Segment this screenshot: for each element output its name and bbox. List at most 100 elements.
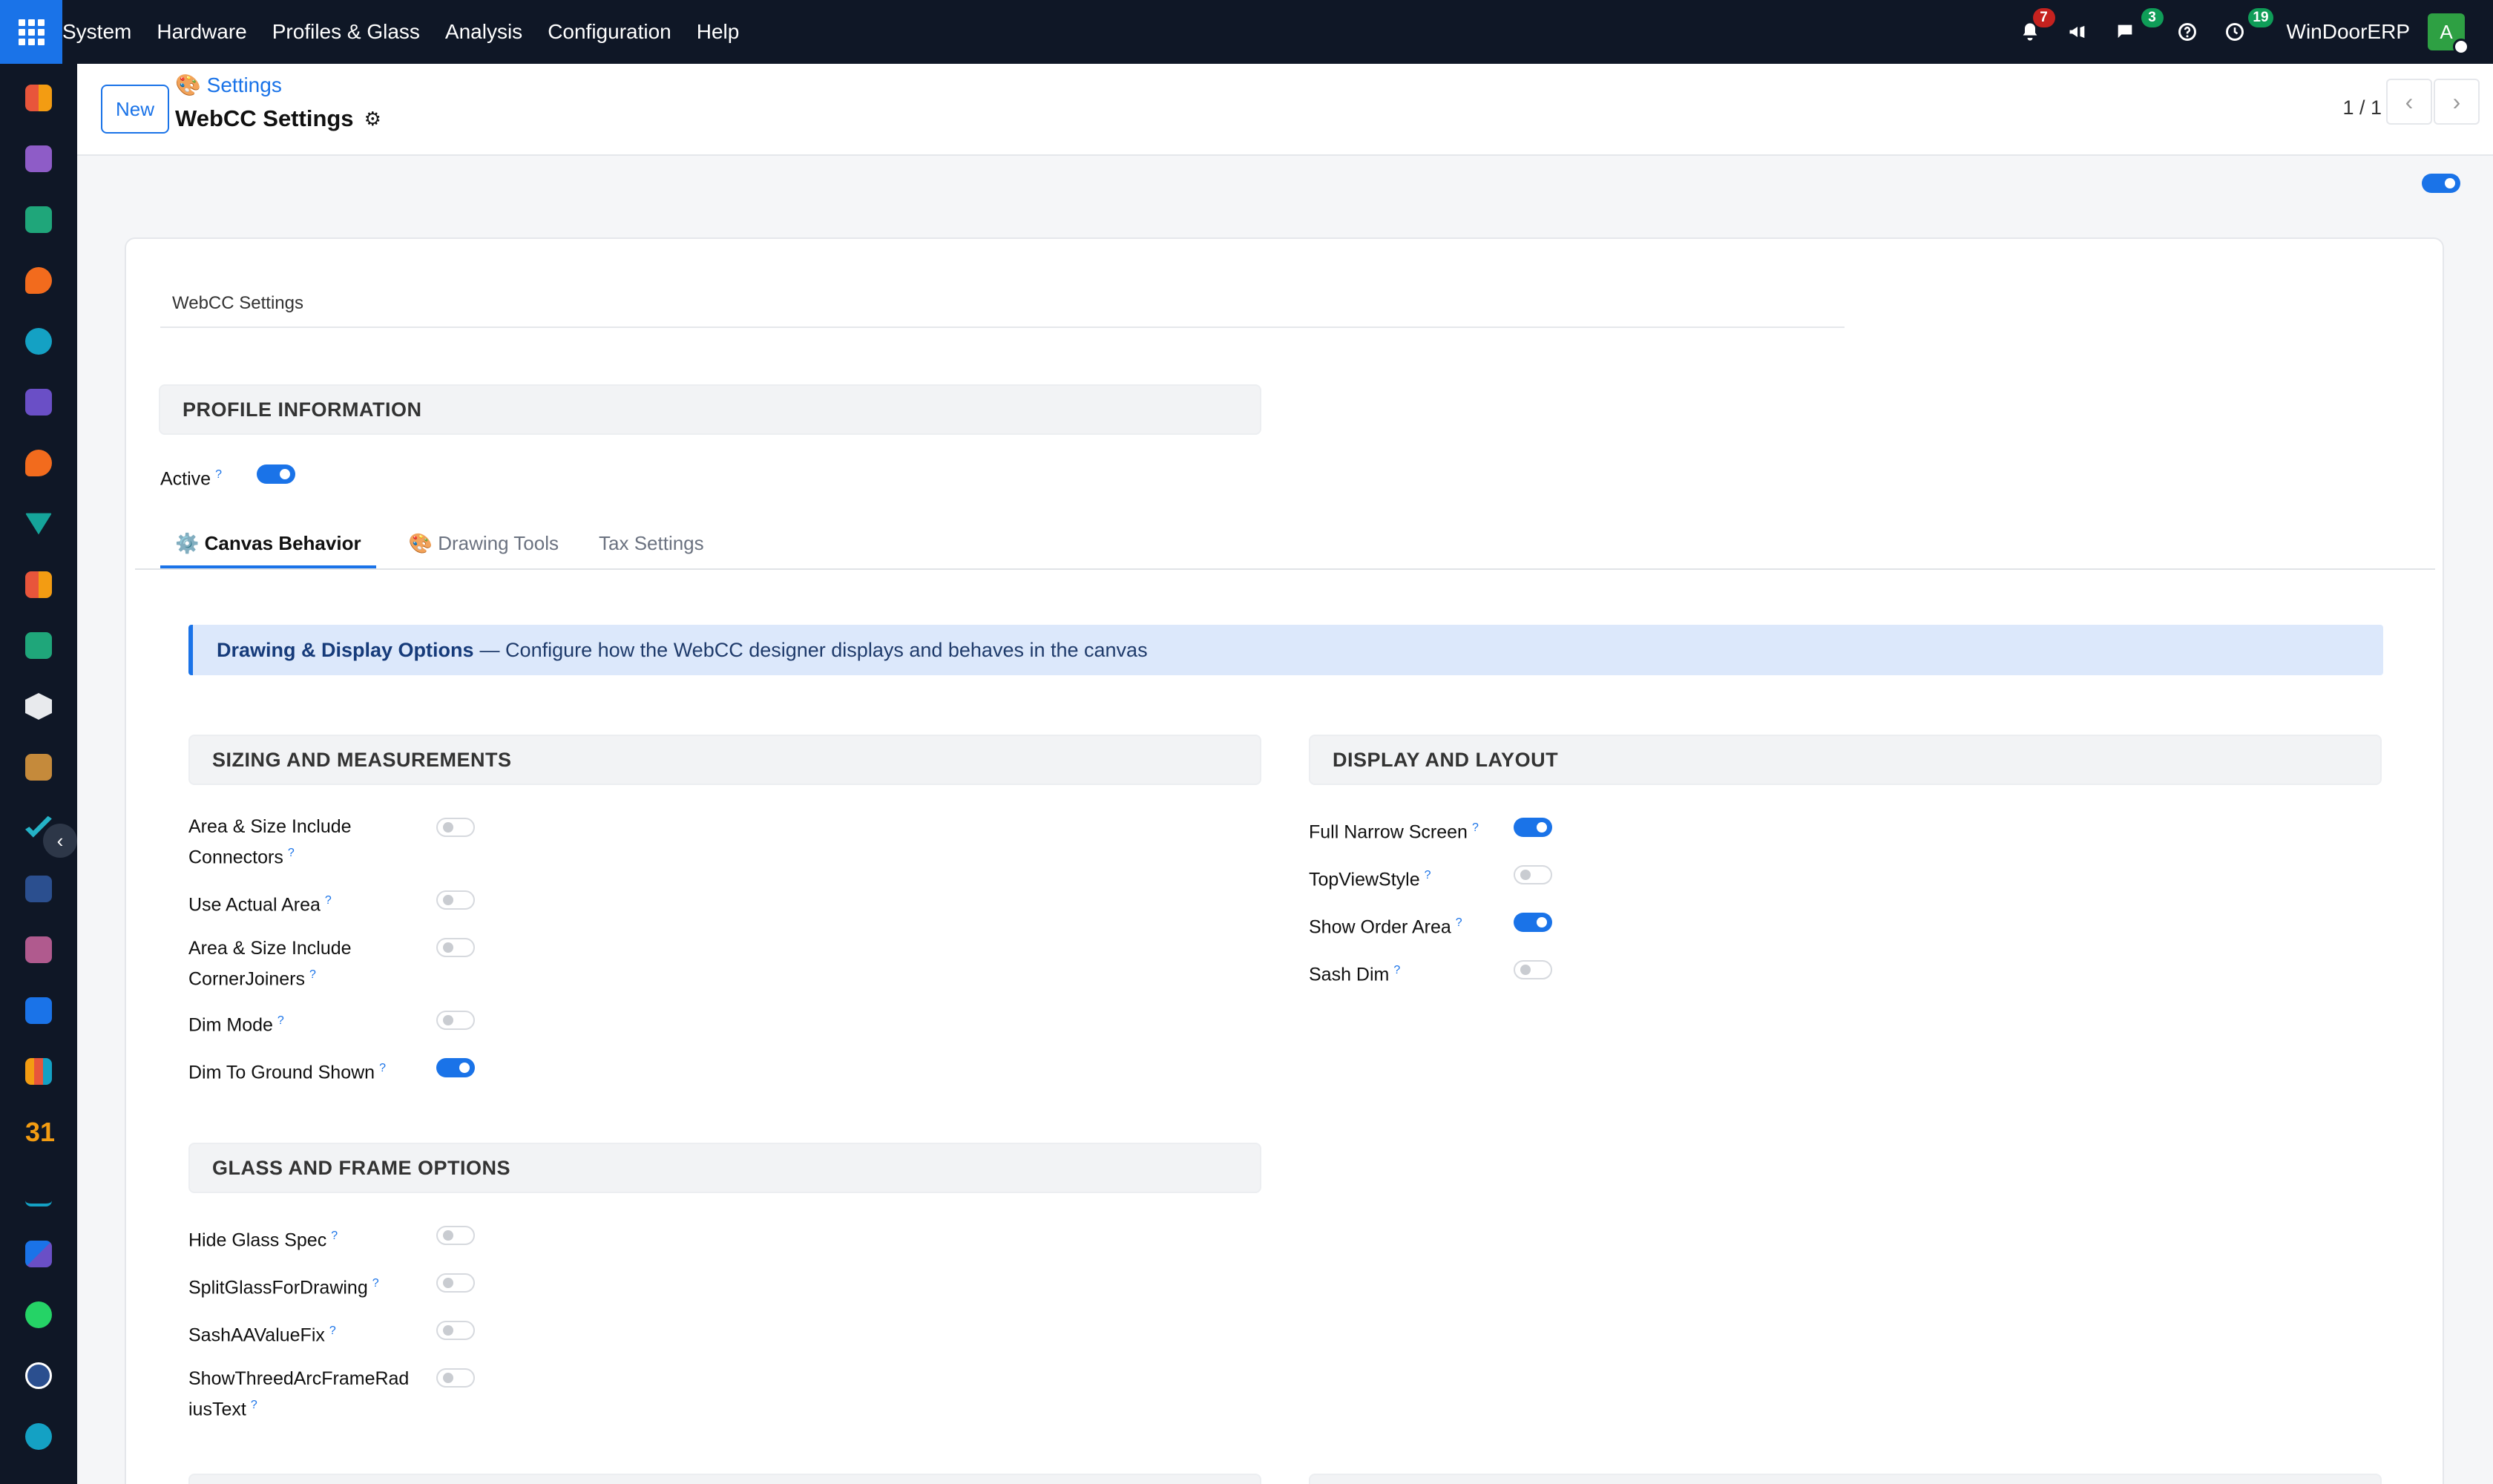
toggle-show-order-area[interactable]: [1514, 913, 1552, 936]
breadcrumb-settings[interactable]: 🎨 Settings: [175, 73, 282, 97]
email-app-icon[interactable]: [25, 389, 52, 416]
help-icon[interactable]: ?: [1456, 916, 1462, 929]
help-icon[interactable]: ?: [309, 968, 316, 981]
activities-button[interactable]: 19: [2220, 8, 2273, 47]
toggle-switch: [436, 1011, 475, 1030]
toggle-sashaavaluefix[interactable]: [436, 1321, 475, 1344]
help-icon[interactable]: ?: [331, 1229, 338, 1242]
field-label-text: TopViewStyle: [1309, 869, 1420, 890]
toggle-switch: [436, 1226, 475, 1245]
toggle-area-size-include-cornerjoiners[interactable]: [436, 938, 475, 961]
form-top-toggle[interactable]: [2422, 174, 2460, 197]
tab-tax-settings[interactable]: Tax Settings: [584, 521, 719, 565]
help-icon[interactable]: ?: [325, 894, 332, 907]
toggle-full-narrow-screen[interactable]: [1514, 818, 1552, 841]
sync2-app-icon[interactable]: [25, 1423, 52, 1450]
sidebar-collapse-button[interactable]: ‹: [43, 824, 77, 858]
employees-app-icon[interactable]: [25, 632, 52, 659]
manufacturing-app-icon[interactable]: [25, 936, 52, 963]
sign-app-icon[interactable]: [25, 1180, 52, 1206]
help-icon[interactable]: ?: [251, 1399, 257, 1411]
sync-app-icon[interactable]: [25, 328, 52, 355]
help-icon[interactable]: ?: [215, 468, 222, 481]
help-icon[interactable]: ?: [372, 1277, 379, 1290]
livechat-app-icon[interactable]: [25, 450, 52, 476]
team-app-icon[interactable]: [25, 1058, 52, 1085]
presence-dot: [2453, 39, 2469, 55]
help-icon[interactable]: ?: [1472, 821, 1479, 834]
menu-help[interactable]: Help: [697, 20, 740, 44]
timesheet-app-icon[interactable]: [25, 1362, 52, 1389]
studio-app-icon[interactable]: [25, 754, 52, 781]
toggle-use-actual-area[interactable]: [436, 890, 475, 913]
messages-button[interactable]: 3: [2110, 8, 2164, 47]
toggle-area-size-include-connectors[interactable]: [436, 818, 475, 841]
elearning-app-icon[interactable]: [25, 876, 52, 902]
help-icon[interactable]: ?: [329, 1324, 336, 1337]
menu-hardware[interactable]: Hardware: [157, 20, 246, 44]
pager-next-button[interactable]: ›: [2434, 79, 2480, 125]
toggle-showthreedarcframeradiustext[interactable]: [436, 1368, 475, 1391]
active-toggle[interactable]: [257, 464, 295, 487]
field-label-text: Area & Size Include Connectors: [188, 816, 352, 868]
toggle-topviewstyle[interactable]: [1514, 865, 1552, 888]
apps-app-icon[interactable]: [25, 1241, 52, 1267]
menu-analysis[interactable]: Analysis: [445, 20, 522, 44]
toggle-sash-dim[interactable]: [1514, 960, 1552, 983]
toggle-switch: [436, 938, 475, 957]
toggle-switch: [2422, 174, 2460, 193]
whatsapp-app-icon[interactable]: [25, 1301, 52, 1328]
invoicing-app-icon[interactable]: [25, 997, 52, 1024]
field-label-text: Full Narrow Screen: [1309, 821, 1468, 843]
knowledge-app-icon[interactable]: [25, 145, 52, 172]
toggle-dim-mode[interactable]: [436, 1011, 475, 1034]
notifications-button[interactable]: 7: [2015, 8, 2055, 47]
menu-profiles-glass[interactable]: Profiles & Glass: [272, 20, 420, 44]
calendar-app-icon[interactable]: 31: [25, 1119, 55, 1146]
toggle-switch: [436, 1321, 475, 1340]
help-icon[interactable]: ?: [288, 847, 295, 859]
help-icon[interactable]: ?: [1425, 869, 1431, 881]
discuss-app-icon[interactable]: [25, 267, 52, 294]
form-sheet: WebCC Settings PROFILE INFORMATION Activ…: [125, 237, 2444, 1484]
banner-title: Drawing & Display Options: [217, 638, 474, 661]
new-button[interactable]: New: [101, 85, 169, 134]
user-avatar[interactable]: A: [2428, 13, 2469, 55]
tab-canvas-behavior[interactable]: ⚙️ Canvas Behavior: [160, 521, 376, 568]
pager-value: 1 / 1: [2342, 96, 2382, 119]
section-profile-information: PROFILE INFORMATION: [159, 384, 1261, 435]
active-label: Active?: [160, 462, 222, 492]
section-glass-frame-options: GLASS AND FRAME OPTIONS: [188, 1143, 1261, 1193]
toggle-dim-to-ground-shown[interactable]: [436, 1058, 475, 1081]
clock-icon: [2225, 23, 2244, 41]
announcements-button[interactable]: [2063, 17, 2092, 47]
help-icon[interactable]: ?: [379, 1062, 386, 1074]
company-switcher[interactable]: WinDoorERP: [2287, 20, 2410, 44]
field-label-text: Dim To Ground Shown: [188, 1062, 375, 1083]
app-menu-button[interactable]: [0, 0, 62, 64]
toggle-splitglassfordrawing[interactable]: [436, 1273, 475, 1296]
toggle-switch: [1514, 960, 1552, 979]
activities-badge: 19: [2248, 8, 2273, 27]
help-button[interactable]: [2172, 17, 2202, 47]
field-sashaavaluefix: SashAAValueFix?: [188, 1318, 411, 1348]
reports-app-icon[interactable]: [25, 571, 52, 598]
section-sizing-measurements: SIZING AND MEASUREMENTS: [188, 735, 1261, 785]
name-input[interactable]: WebCC Settings: [160, 280, 1845, 328]
field-label-text: Use Actual Area: [188, 894, 321, 916]
help-icon[interactable]: ?: [277, 1014, 284, 1027]
toggle-hide-glass-spec[interactable]: [436, 1226, 475, 1249]
question-circle-icon: [2178, 23, 2196, 41]
sales-app-icon[interactable]: [25, 513, 52, 535]
pager-prev-button[interactable]: ‹: [2386, 79, 2432, 125]
contacts-app-icon[interactable]: [25, 206, 52, 233]
control-panel: New 🎨 Settings WebCC Settings ⚙ 1 / 1 ‹ …: [77, 64, 2493, 156]
field-area-size-include-connectors: Area & Size Include Connectors?: [188, 813, 411, 870]
menu-configuration[interactable]: Configuration: [548, 20, 671, 44]
gear-icon[interactable]: ⚙: [364, 108, 381, 131]
inventory-app-icon[interactable]: [25, 693, 52, 720]
help-icon[interactable]: ?: [1393, 964, 1400, 976]
menu-system[interactable]: System: [62, 20, 131, 44]
dashboard-app-icon[interactable]: [25, 85, 52, 111]
tab-drawing-tools[interactable]: 🎨 Drawing Tools: [394, 521, 574, 565]
